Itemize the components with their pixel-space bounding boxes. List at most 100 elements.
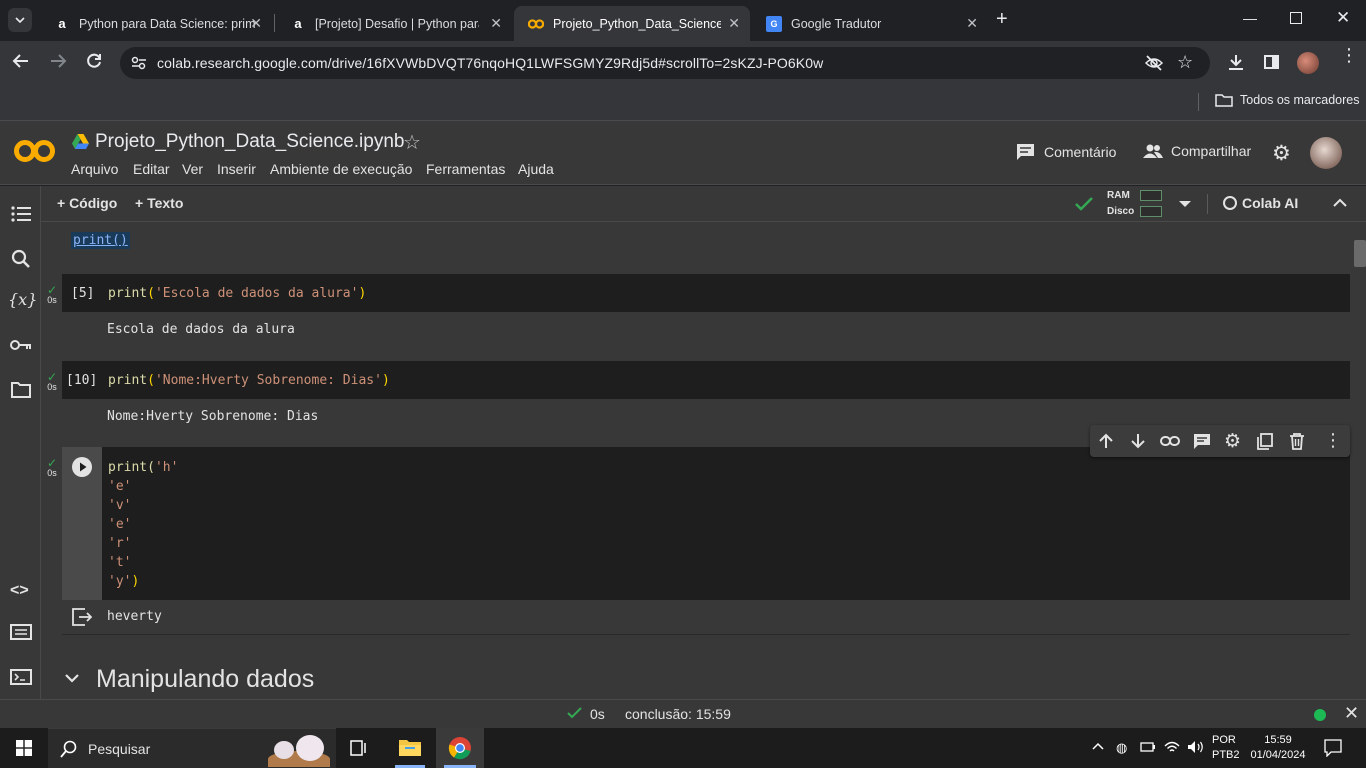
menu-inserir[interactable]: Inserir [217,161,256,177]
disk-label: Disco [1107,206,1135,217]
notebook-title[interactable]: Projeto_Python_Data_Science.ipynb [95,131,404,153]
command-palette-icon[interactable] [10,624,32,640]
comment-icon[interactable] [1193,433,1211,450]
menu-ferramentas[interactable]: Ferramentas [426,161,505,177]
close-icon[interactable]: ✕ [728,15,740,32]
table-of-contents-icon[interactable] [11,206,31,222]
code-editor[interactable]: print('h' 'e' 'v' 'e' 'r' 't' 'y') [108,458,178,591]
scrollbar-thumb[interactable] [1354,240,1366,267]
divider [1207,194,1208,214]
menu-ver[interactable]: Ver [182,161,203,177]
all-bookmarks-button[interactable]: Todos os marcadores [1215,93,1360,107]
close-icon[interactable]: ✕ [966,15,978,32]
colab-ai-button[interactable]: Colab AI [1223,195,1298,211]
code-cell[interactable]: [5] print('Escola de dados da alura') [62,274,1350,312]
windows-start-icon[interactable] [16,740,32,756]
url-text[interactable]: colab.research.google.com/drive/16fXVWbD… [157,55,823,71]
browser-tab-3-active[interactable]: Projeto_Python_Data_Science.ip ✕ [514,6,750,41]
wifi-icon[interactable] [1164,740,1180,754]
notifications-icon[interactable] [1324,739,1342,757]
move-up-icon[interactable] [1098,433,1114,449]
settings-icon[interactable]: ⚙ [1272,141,1291,166]
resource-monitor[interactable]: RAM Disco [1107,189,1163,219]
files-folder-icon[interactable] [11,382,31,398]
variables-icon[interactable]: {𝑥} [8,290,37,309]
runtime-dropdown-icon[interactable] [1179,201,1191,208]
run-cell-button[interactable] [72,457,92,477]
menu-ambiente[interactable]: Ambiente de execução [270,161,412,177]
bookmarks-label: Todos os marcadores [1240,93,1360,107]
close-icon[interactable]: ✕ [250,15,262,32]
close-icon[interactable]: ✕ [490,15,502,32]
section-heading[interactable]: Manipulando dados [96,665,314,694]
clock[interactable]: 15:59 01/04/2024 [1248,733,1308,763]
link-icon[interactable] [1160,434,1180,448]
active-code-cell[interactable]: print('h' 'e' 'v' 'e' 'r' 't' 'y') hever… [62,447,1350,635]
terminal-icon[interactable] [10,669,32,685]
side-panel-icon[interactable] [1264,55,1279,69]
task-view-icon[interactable] [350,740,368,756]
chrome-menu-icon[interactable]: ⋮ [1340,46,1358,64]
reload-button[interactable] [85,52,103,70]
secrets-key-icon[interactable] [10,339,32,351]
tab-search-button[interactable] [8,8,32,32]
address-bar[interactable]: colab.research.google.com/drive/16fXVWbD… [120,47,1210,79]
move-down-icon[interactable] [1130,433,1146,449]
clock-date: 01/04/2024 [1250,749,1306,761]
eye-off-icon[interactable] [1144,54,1164,72]
print-link[interactable]: print() [73,233,128,248]
language-indicator[interactable]: POR PTB2 [1212,733,1240,763]
collapse-section-icon[interactable] [65,674,79,683]
close-status-icon[interactable]: ✕ [1344,703,1359,724]
status-conclusion[interactable]: conclusão: 15:59 [625,706,731,722]
profile-avatar[interactable] [1297,52,1319,74]
show-hidden-icons[interactable] [1092,742,1104,750]
colab-logo[interactable] [14,139,56,163]
code-snippets-icon[interactable]: <> [10,582,29,600]
clear-output-icon[interactable] [72,608,92,626]
comment-button[interactable]: Comentário [1016,143,1116,161]
star-icon[interactable]: ☆ [403,130,421,155]
share-button[interactable]: Compartilhar [1143,143,1251,159]
taskbar-search[interactable]: Pesquisar [48,728,336,768]
download-icon[interactable] [1227,53,1245,71]
menu-arquivo[interactable]: Arquivo [71,161,118,177]
connection-status-dot [1314,709,1326,721]
mirror-cell-icon[interactable] [1257,433,1273,450]
delete-icon[interactable] [1289,433,1305,450]
browser-tab-4[interactable]: G Google Tradutor ✕ [752,6,988,41]
restore-button[interactable] [1290,12,1302,24]
chrome-taskbar-button[interactable] [436,728,484,768]
search-icon[interactable] [11,249,31,269]
settings-icon[interactable]: ⚙ [1224,430,1241,453]
tab-title: Google Tradutor [791,16,882,31]
add-text-button[interactable]: + Texto [135,195,183,211]
ram-label: RAM [1107,190,1130,201]
comment-icon [1017,144,1034,160]
webcam-icon[interactable]: ◍ [1116,740,1127,756]
forward-button[interactable] [49,52,67,70]
menu-ajuda[interactable]: Ajuda [518,161,554,177]
browser-tab-1[interactable]: a Python para Data Science: prim ✕ [40,6,272,41]
add-code-button[interactable]: + Código [57,195,117,211]
star-icon[interactable]: ☆ [1177,52,1193,73]
volume-icon[interactable] [1187,740,1205,754]
close-window-button[interactable]: ✕ [1336,8,1350,28]
file-explorer-icon[interactable] [399,738,421,756]
battery-plug-icon[interactable] [1140,741,1156,753]
user-avatar[interactable] [1310,137,1342,169]
collapse-header-icon[interactable] [1333,198,1347,207]
new-tab-button[interactable]: + [996,8,1008,31]
back-button[interactable] [12,52,30,70]
code-cell[interactable]: [10] print('Nome:Hverty Sobrenome: Dias'… [62,361,1350,399]
code-line[interactable]: print('Escola de dados da alura') [108,286,366,301]
code-line[interactable]: print('Nome:Hverty Sobrenome: Dias') [108,373,390,388]
text-cell-code-snippet[interactable]: print() [71,232,130,249]
more-options-icon[interactable]: ⋮ [1324,430,1342,451]
minimize-button[interactable]: — [1243,10,1257,26]
alura-icon: a [294,16,302,31]
connected-check-icon [1074,196,1094,212]
menu-editar[interactable]: Editar [133,161,170,177]
site-info-icon[interactable] [130,55,148,71]
browser-tab-2[interactable]: a [Projeto] Desafio | Python para ✕ [276,6,512,41]
